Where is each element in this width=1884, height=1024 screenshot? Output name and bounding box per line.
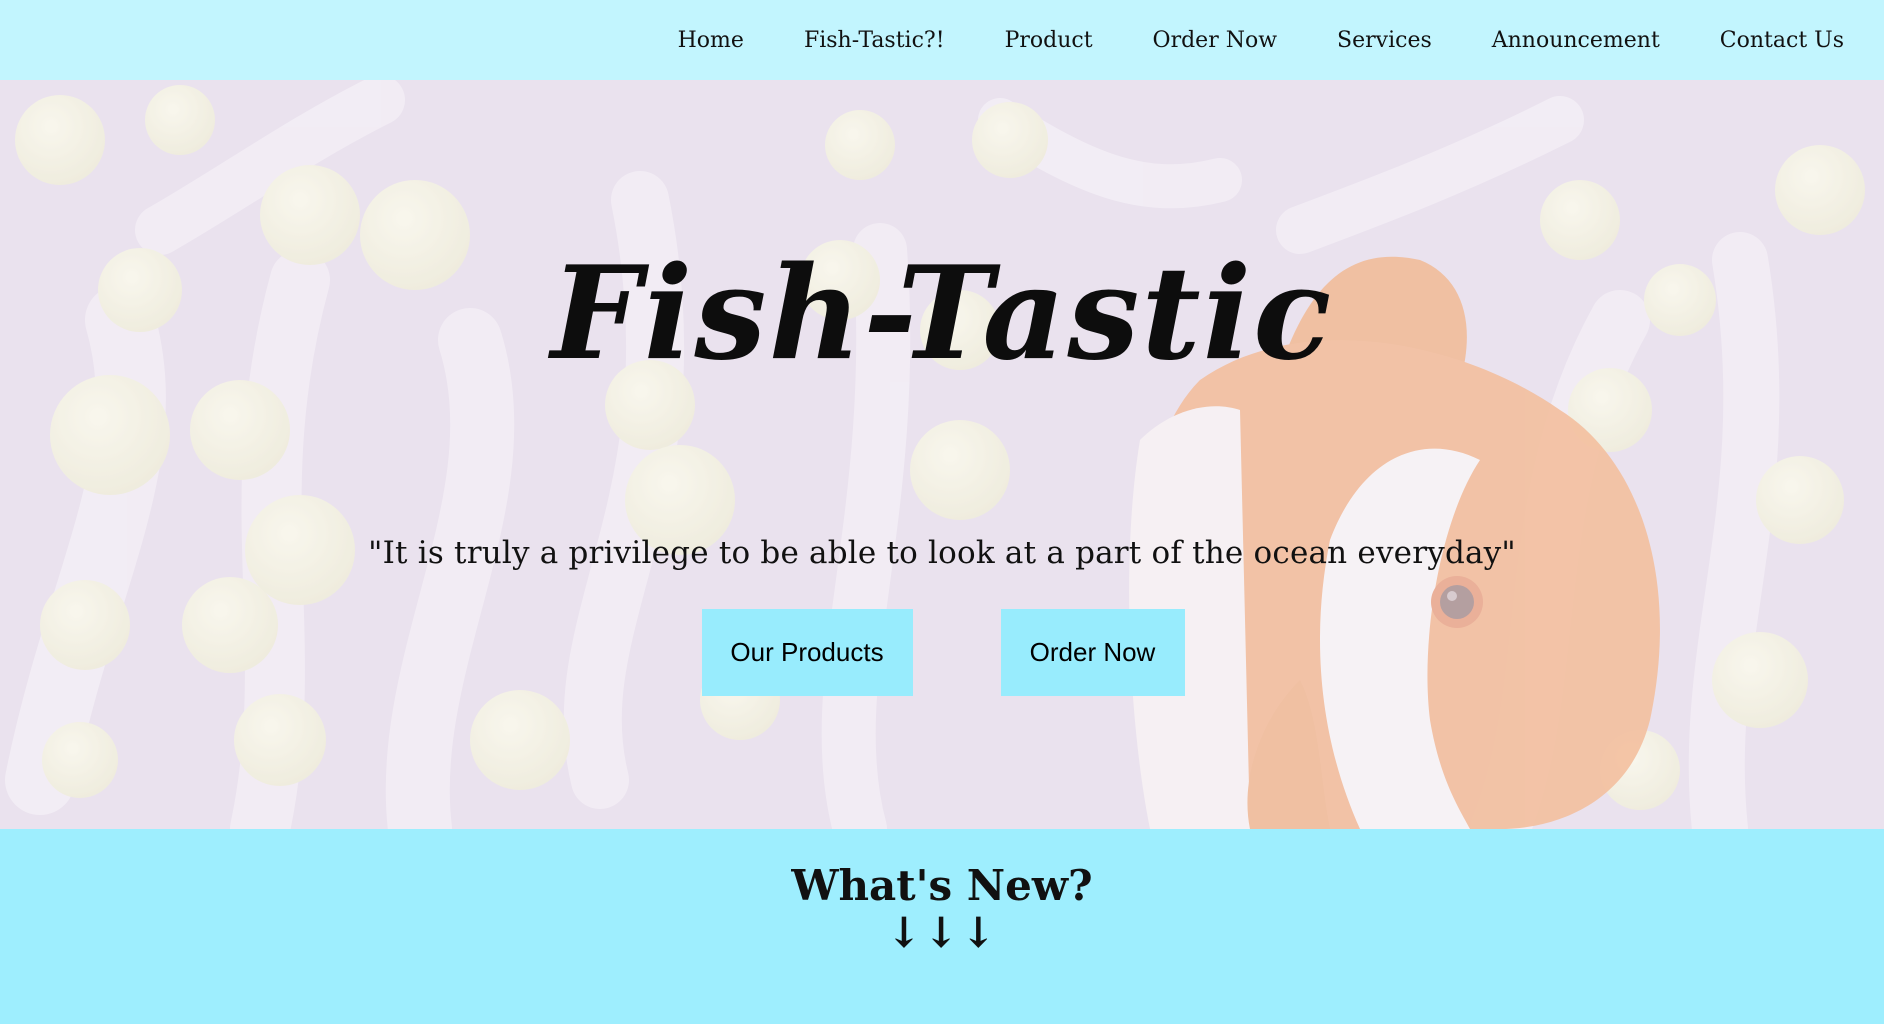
order-now-button[interactable]: Order Now [1000, 609, 1185, 696]
whats-new-section: What's New? ↓↓↓ [0, 829, 1884, 1024]
nav-item-fish-tastic[interactable]: Fish-Tastic?! [774, 28, 975, 53]
nav-item-product[interactable]: Product [975, 28, 1123, 53]
navbar: Home Fish-Tastic?! Product Order Now Ser… [0, 0, 1884, 80]
hero-tagline: "It is truly a privilege to be able to l… [368, 535, 1516, 571]
nav-item-home[interactable]: Home [648, 28, 774, 53]
hero-button-group: Our Products Order Now [0, 609, 1884, 696]
our-products-button[interactable]: Our Products [701, 609, 913, 696]
down-arrows-icon: ↓↓↓ [886, 908, 998, 957]
hero-section: Fish-Tastic "It is truly a privilege to … [0, 80, 1884, 829]
whats-new-title: What's New? [791, 861, 1093, 910]
nav-item-order-now[interactable]: Order Now [1123, 28, 1308, 53]
hero-background-image [0, 80, 1884, 829]
nav-item-contact-us[interactable]: Contact Us [1690, 28, 1884, 53]
nav-item-announcement[interactable]: Announcement [1462, 28, 1690, 53]
brand-logo: Fish-Tastic [550, 239, 1334, 389]
nav-menu: Home Fish-Tastic?! Product Order Now Ser… [648, 0, 1884, 80]
nav-item-services[interactable]: Services [1307, 28, 1462, 53]
